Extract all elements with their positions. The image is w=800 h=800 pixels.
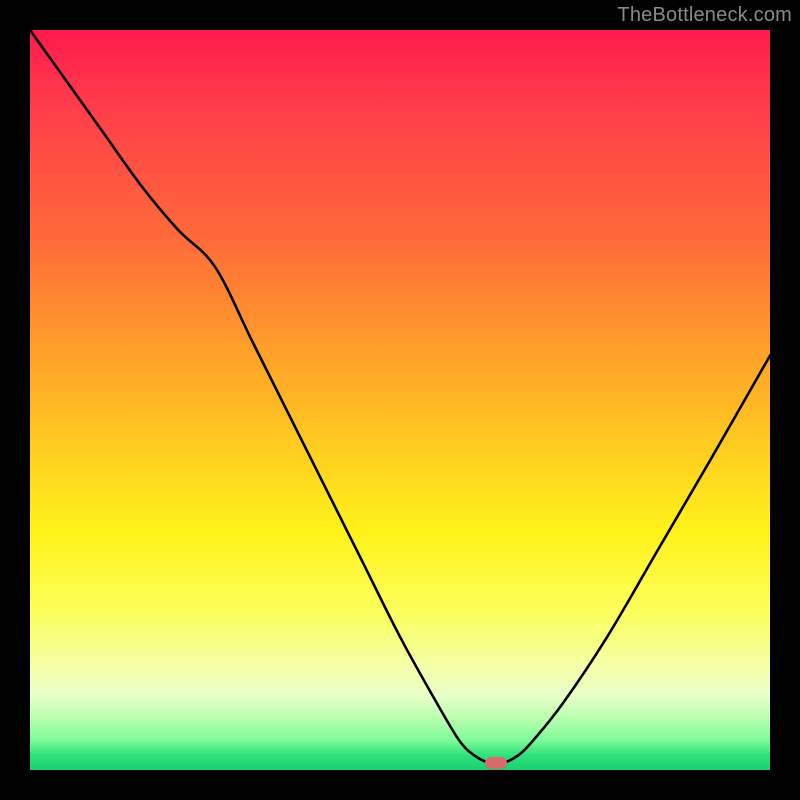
optimal-marker: [485, 757, 507, 769]
background-gradient: [30, 30, 770, 770]
chart-frame: TheBottleneck.com: [0, 0, 800, 800]
watermark-text: TheBottleneck.com: [617, 4, 792, 27]
plot-area: [30, 30, 770, 770]
